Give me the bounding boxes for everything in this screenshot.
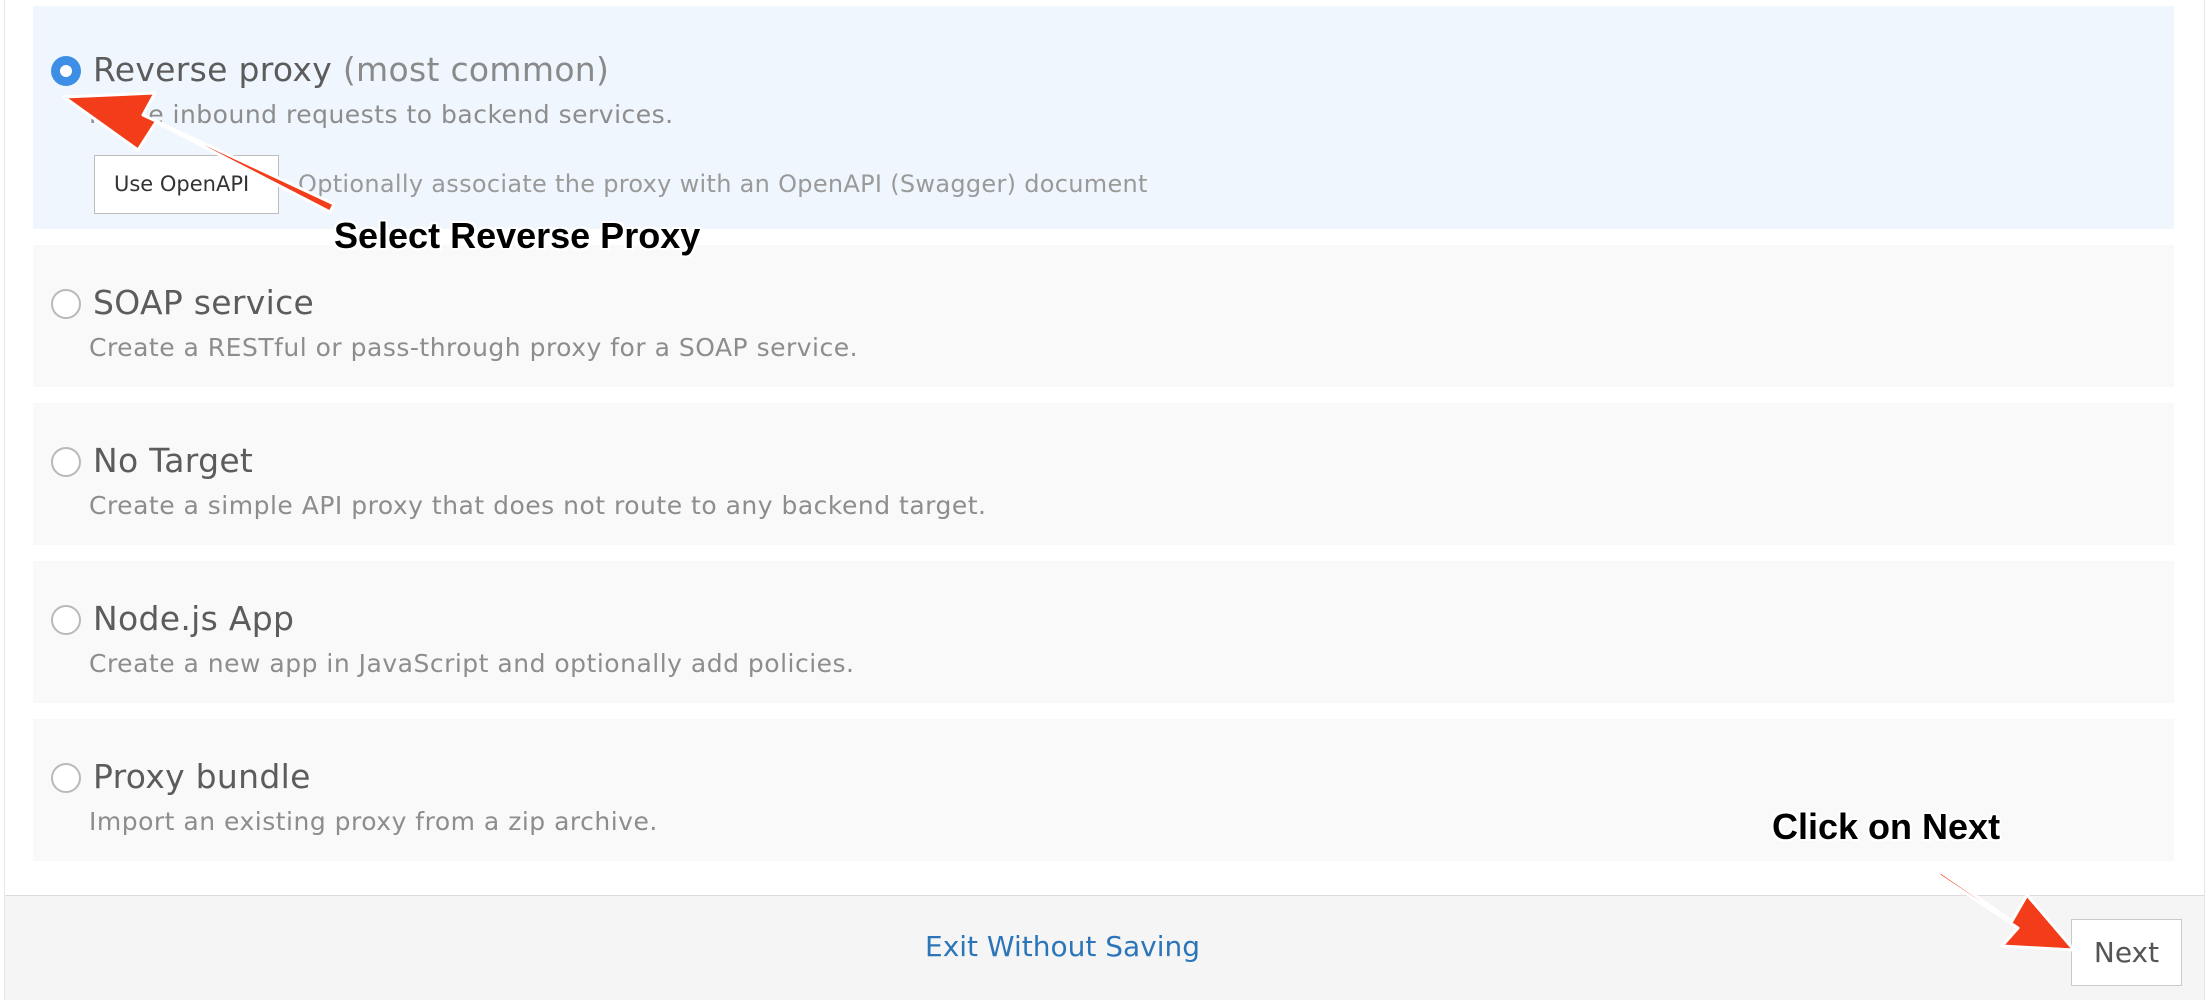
- option-description-soap-service: Create a RESTful or pass-through proxy f…: [89, 333, 859, 362]
- openapi-hint-text: Optionally associate the proxy with an O…: [298, 170, 1148, 198]
- exit-without-saving-link[interactable]: Exit Without Saving: [925, 930, 1200, 963]
- option-description-reverse-proxy: Route inbound requests to backend servic…: [89, 100, 674, 129]
- radio-nodejs-app[interactable]: [51, 605, 81, 635]
- next-button[interactable]: Next: [2071, 919, 2182, 986]
- option-title-nodejs-app: Node.js App: [93, 599, 295, 638]
- wizard-footer: Exit Without Saving Next: [5, 895, 2204, 1000]
- annotation-select-reverse-proxy: Select Reverse Proxy: [334, 215, 701, 256]
- option-description-no-target: Create a simple API proxy that does not …: [89, 491, 987, 520]
- radio-no-target[interactable]: [51, 447, 81, 477]
- option-description-nodejs-app: Create a new app in JavaScript and optio…: [89, 649, 855, 678]
- option-soap-service[interactable]: SOAP service Create a RESTful or pass-th…: [33, 245, 2174, 387]
- radio-proxy-bundle[interactable]: [51, 763, 81, 793]
- option-title-proxy-bundle: Proxy bundle: [93, 757, 311, 796]
- use-openapi-button[interactable]: Use OpenAPI: [94, 155, 279, 214]
- option-title-no-target: No Target: [93, 441, 254, 480]
- annotation-click-on-next: Click on Next: [1772, 806, 2001, 847]
- option-title-reverse-proxy: Reverse proxy (most common): [93, 50, 609, 89]
- option-reverse-proxy[interactable]: Reverse proxy (most common) Route inboun…: [33, 6, 2174, 229]
- radio-soap-service[interactable]: [51, 289, 81, 319]
- option-description-proxy-bundle: Import an existing proxy from a zip arch…: [89, 807, 658, 836]
- option-title-soap-service: SOAP service: [93, 283, 315, 322]
- radio-reverse-proxy[interactable]: [51, 56, 81, 86]
- option-title-suffix: (most common): [342, 50, 610, 89]
- option-no-target[interactable]: No Target Create a simple API proxy that…: [33, 403, 2174, 545]
- option-title-text: Reverse proxy: [93, 50, 333, 89]
- option-nodejs-app[interactable]: Node.js App Create a new app in JavaScri…: [33, 561, 2174, 703]
